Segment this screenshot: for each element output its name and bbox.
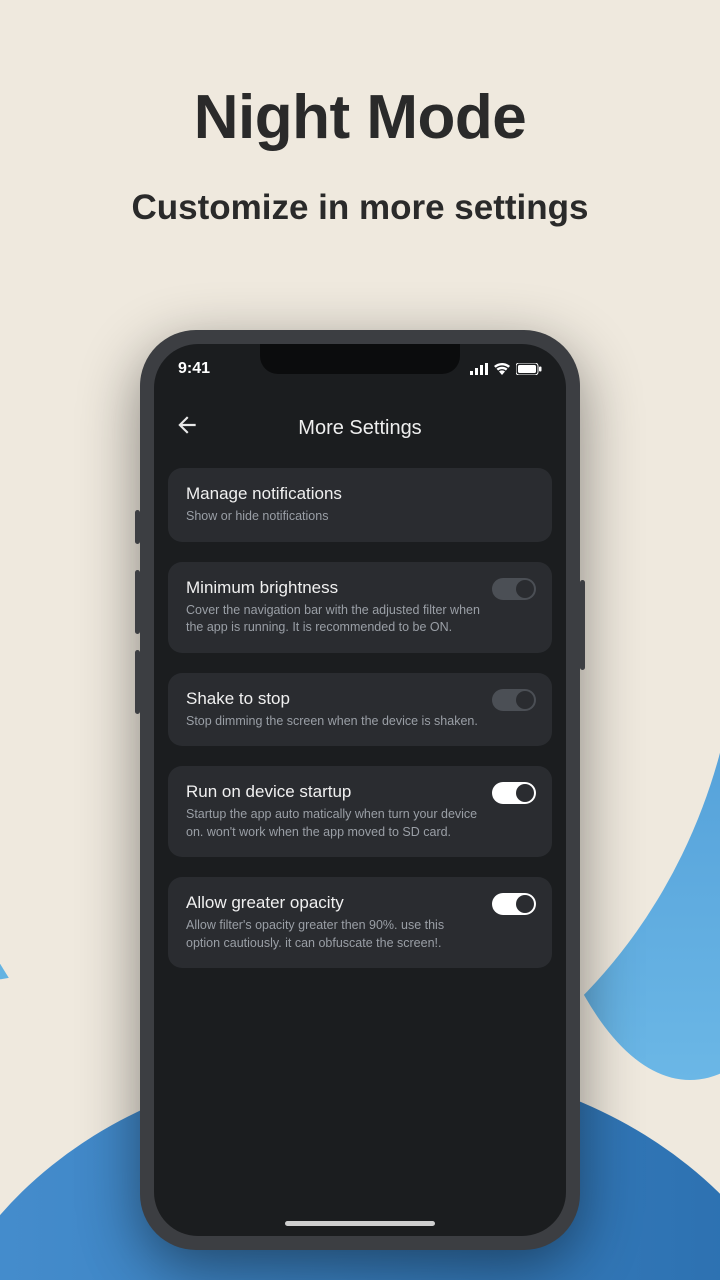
setting-title: Allow greater opacity xyxy=(186,893,534,913)
promo-subhead: Customize in more settings xyxy=(0,188,720,228)
arrow-left-icon xyxy=(174,412,200,438)
toggle-allow-greater-opacity[interactable] xyxy=(492,893,536,915)
promo-headline: Night Mode xyxy=(0,82,720,153)
home-indicator[interactable] xyxy=(285,1221,435,1226)
toggle-shake-to-stop[interactable] xyxy=(492,689,536,711)
setting-shake-to-stop[interactable]: Shake to stop Stop dimming the screen wh… xyxy=(168,673,552,747)
status-time: 9:41 xyxy=(178,360,210,378)
phone-screen: 9:41 More Settings Manage notifi xyxy=(154,344,566,1236)
phone-side-button xyxy=(135,650,140,714)
toggle-knob xyxy=(516,691,534,709)
setting-manage-notifications[interactable]: Manage notifications Show or hide notifi… xyxy=(168,468,552,542)
setting-allow-greater-opacity[interactable]: Allow greater opacity Allow filter's opa… xyxy=(168,877,552,968)
cellular-icon xyxy=(470,363,488,375)
toggle-knob xyxy=(516,895,534,913)
setting-desc: Allow filter's opacity greater then 90%.… xyxy=(186,917,534,952)
setting-run-on-startup[interactable]: Run on device startup Startup the app au… xyxy=(168,766,552,857)
phone-notch xyxy=(260,344,460,374)
setting-minimum-brightness[interactable]: Minimum brightness Cover the navigation … xyxy=(168,562,552,653)
toggle-knob xyxy=(516,784,534,802)
app-navbar: More Settings xyxy=(154,408,566,448)
setting-title: Minimum brightness xyxy=(186,578,534,598)
battery-icon xyxy=(516,363,542,375)
setting-title: Run on device startup xyxy=(186,782,534,802)
phone-frame: 9:41 More Settings Manage notifi xyxy=(140,330,580,1250)
page-title: More Settings xyxy=(298,417,421,440)
phone-side-button xyxy=(135,570,140,634)
toggle-run-on-startup[interactable] xyxy=(492,782,536,804)
toggle-knob xyxy=(516,580,534,598)
setting-desc: Stop dimming the screen when the device … xyxy=(186,713,534,731)
phone-side-button xyxy=(580,580,585,670)
setting-desc: Show or hide notifications xyxy=(186,508,534,526)
back-button[interactable] xyxy=(174,412,200,443)
setting-title: Shake to stop xyxy=(186,689,534,709)
setting-title: Manage notifications xyxy=(186,484,534,504)
phone-side-button xyxy=(135,510,140,544)
status-icons xyxy=(470,363,542,375)
setting-desc: Cover the navigation bar with the adjust… xyxy=(186,602,534,637)
wifi-icon xyxy=(494,363,510,375)
setting-desc: Startup the app auto matically when turn… xyxy=(186,806,534,841)
toggle-minimum-brightness[interactable] xyxy=(492,578,536,600)
settings-list: Manage notifications Show or hide notifi… xyxy=(168,468,552,988)
